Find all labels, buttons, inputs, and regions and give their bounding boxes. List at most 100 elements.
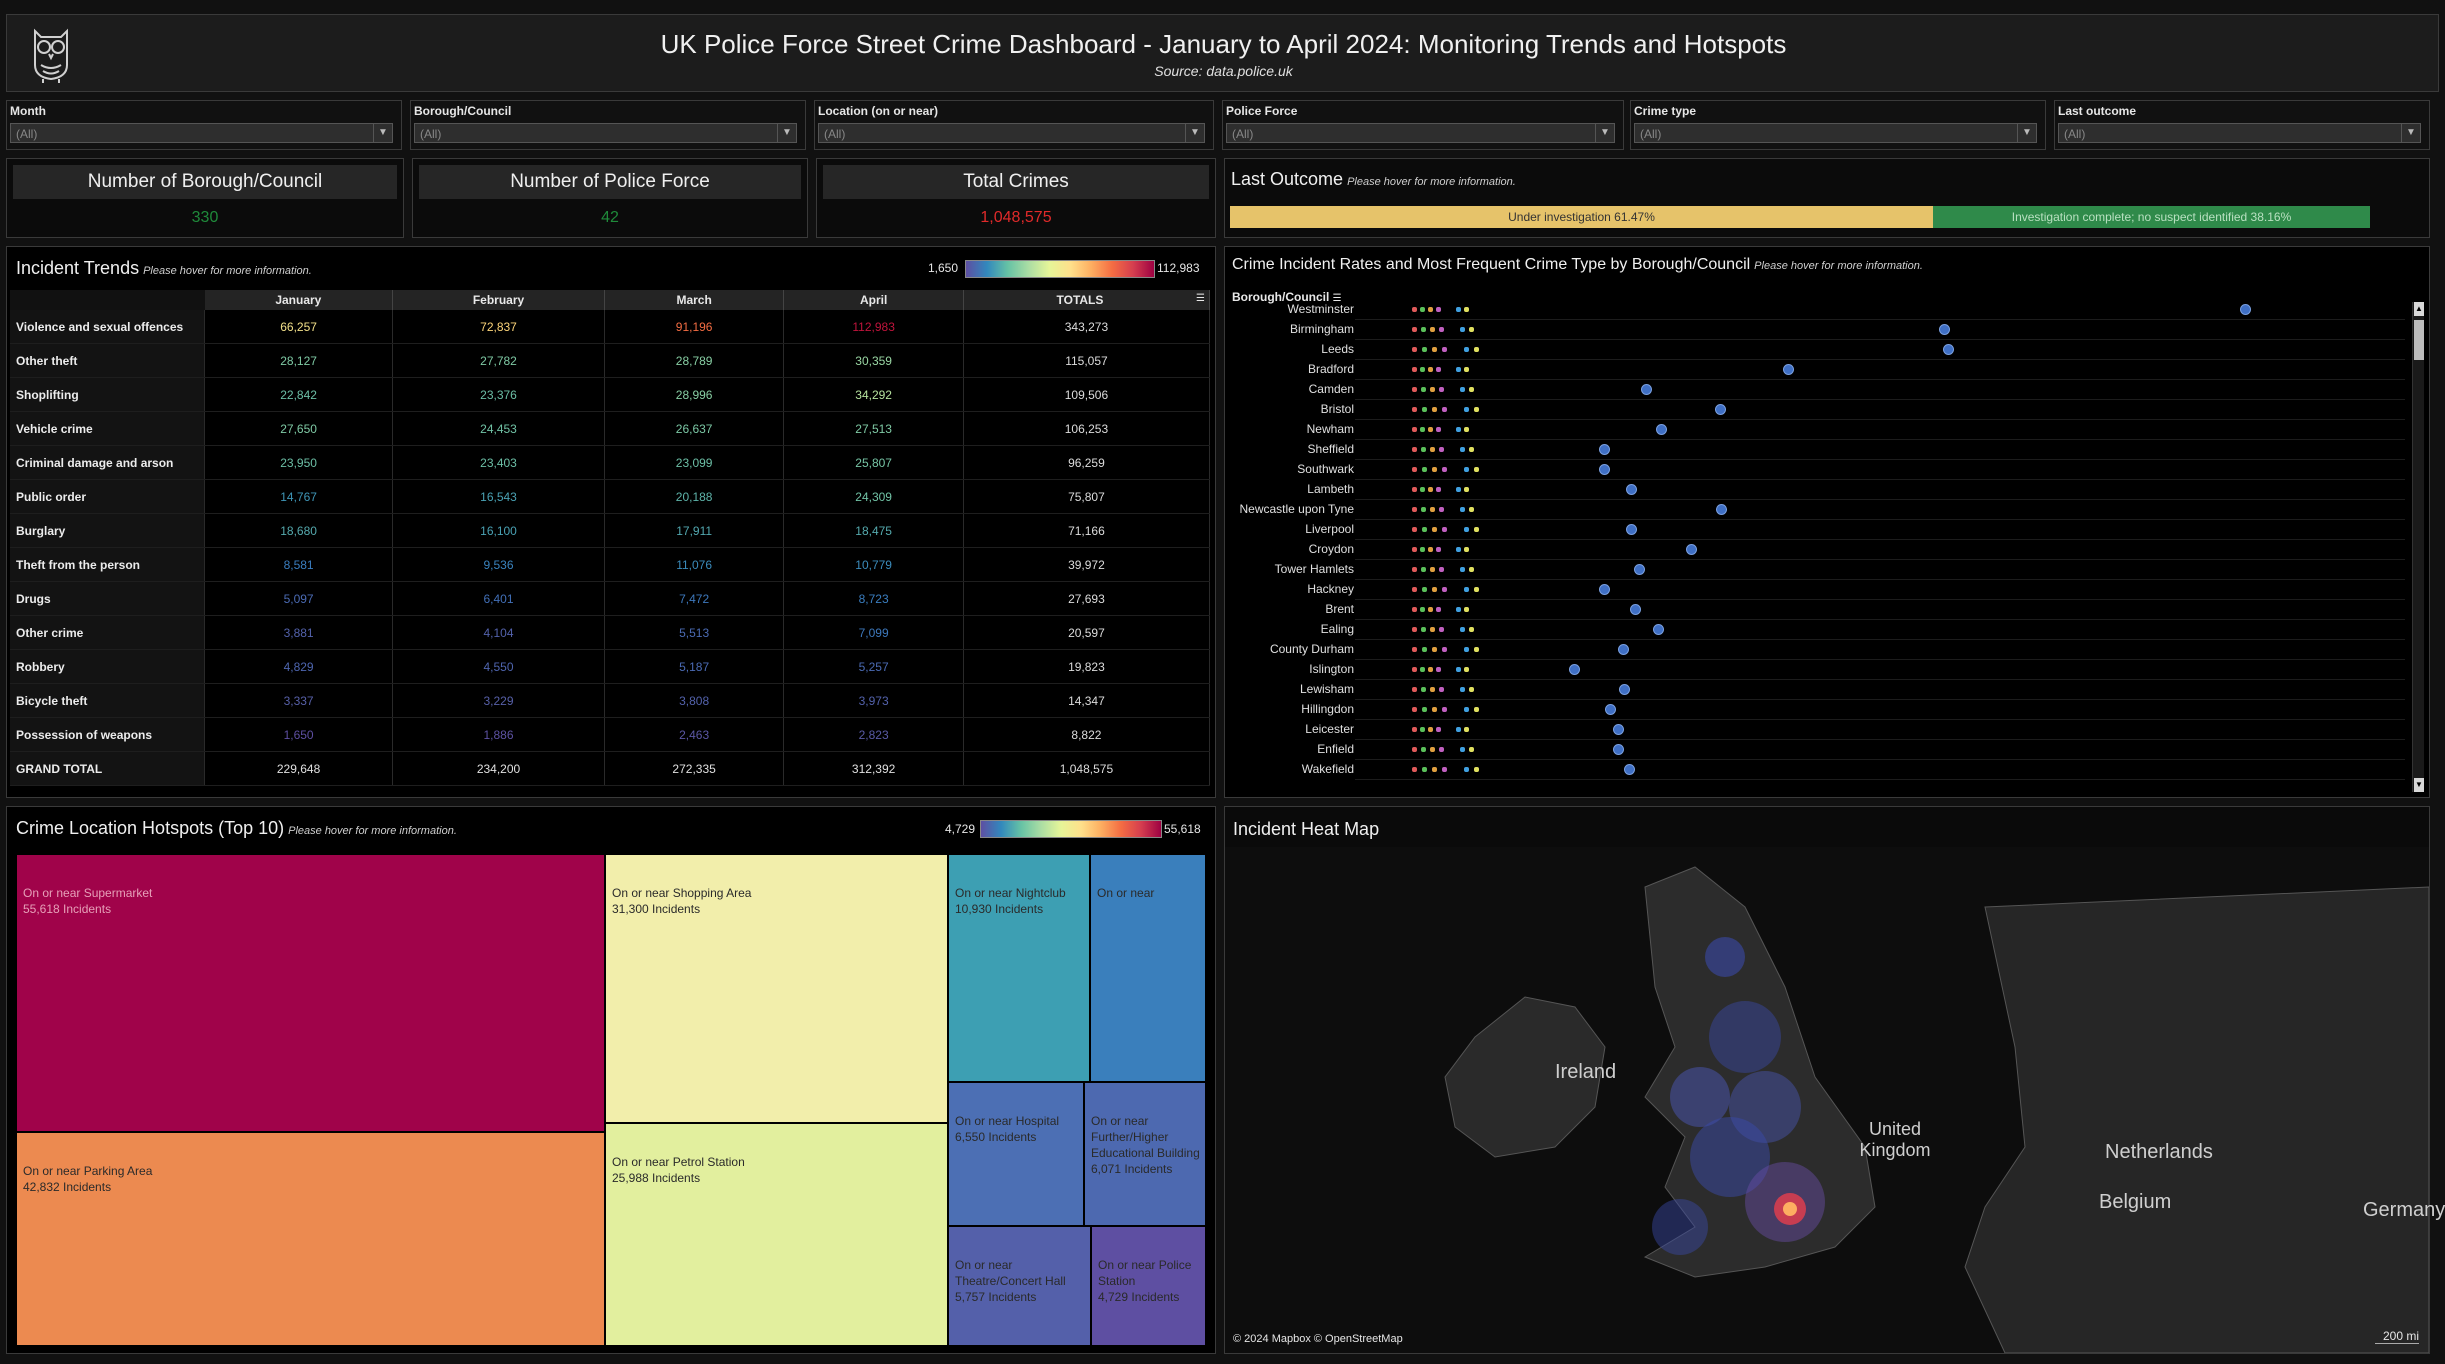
borough-label[interactable]: Camden	[1230, 382, 1354, 396]
table-cell[interactable]: 23,950	[204, 445, 394, 480]
borough-label[interactable]: Leicester	[1230, 722, 1354, 736]
crime-mark[interactable]	[1412, 607, 1417, 612]
table-cell[interactable]: 2,463	[604, 717, 785, 752]
crime-mark[interactable]	[1456, 667, 1461, 672]
table-row[interactable]: Public order 14,767 16,543 20,188 24,309 75,8…	[10, 479, 1211, 514]
crime-mark[interactable]	[1430, 747, 1435, 752]
crime-mark[interactable]	[1420, 727, 1425, 732]
crime-mark[interactable]	[1412, 507, 1417, 512]
table-cell[interactable]: 5,513	[604, 615, 785, 650]
crime-mark[interactable]	[1420, 487, 1425, 492]
crime-mark[interactable]	[1464, 407, 1469, 412]
table-cell[interactable]: 17,911	[604, 513, 785, 548]
crime-mark[interactable]	[1422, 347, 1427, 352]
scrollbar[interactable]: ▲ ▼	[2412, 302, 2424, 792]
borough-label[interactable]: Islington	[1230, 662, 1354, 676]
crime-mark[interactable]	[1436, 727, 1441, 732]
table-cell[interactable]: 5,257	[783, 649, 964, 684]
crime-mark[interactable]	[1439, 627, 1444, 632]
crime-mark[interactable]	[1464, 587, 1469, 592]
map-attribution[interactable]: © 2024 Mapbox © OpenStreetMap	[1233, 1333, 1403, 1345]
crime-mark[interactable]	[1412, 767, 1417, 772]
most-frequent-crime-icon[interactable]	[1604, 704, 1616, 715]
crime-mark[interactable]	[1439, 687, 1444, 692]
crime-mark[interactable]	[1421, 627, 1426, 632]
crime-mark[interactable]	[1412, 427, 1417, 432]
table-cell[interactable]: 312,392	[783, 751, 964, 786]
crime-mark[interactable]	[1474, 527, 1479, 532]
borough-label[interactable]: Lewisham	[1230, 682, 1354, 696]
crime-mark[interactable]	[1442, 347, 1447, 352]
treemap-tile-petrol-station[interactable]: On or near Petrol Station 25,988 Incident…	[605, 1123, 948, 1346]
crime-mark[interactable]	[1439, 447, 1444, 452]
crime-mark[interactable]	[1432, 707, 1437, 712]
table-cell[interactable]: 3,808	[604, 683, 785, 718]
crime-mark[interactable]	[1469, 687, 1474, 692]
table-cell[interactable]: 1,886	[392, 717, 605, 752]
table-row[interactable]: Robbery 4,829 4,550 5,187 5,257 19,823	[10, 649, 1211, 684]
crime-mark[interactable]	[1432, 767, 1437, 772]
table-row[interactable]: Other theft 28,127 27,782 28,789 30,359 115,0…	[10, 343, 1211, 378]
treemap-tile-nightclub[interactable]: On or near Nightclub 10,930 Incidents	[948, 854, 1090, 1082]
scroll-down-icon[interactable]: ▼	[2414, 778, 2424, 792]
crime-mark[interactable]	[1474, 767, 1479, 772]
crime-mark[interactable]	[1464, 487, 1469, 492]
crime-mark[interactable]	[1442, 767, 1447, 772]
crime-mark[interactable]	[1436, 607, 1441, 612]
table-cell[interactable]: 3,881	[204, 615, 394, 650]
borough-label[interactable]: Brent	[1230, 602, 1354, 616]
table-cell[interactable]: 16,543	[392, 479, 605, 514]
crime-mark[interactable]	[1439, 327, 1444, 332]
table-row[interactable]: Vehicle crime 27,650 24,453 26,637 27,513 106…	[10, 411, 1211, 446]
crime-mark[interactable]	[1456, 607, 1461, 612]
borough-label[interactable]: Bristol	[1230, 402, 1354, 416]
crime-mark[interactable]	[1412, 387, 1417, 392]
scrollbar-thumb[interactable]	[2414, 320, 2424, 360]
table-row[interactable]: Possession of weapons 1,650 1,886 2,463 2,82…	[10, 717, 1211, 752]
crime-mark[interactable]	[1464, 427, 1469, 432]
borough-label[interactable]: Enfield	[1230, 742, 1354, 756]
crime-mark[interactable]	[1421, 567, 1426, 572]
crime-mark[interactable]	[1428, 427, 1433, 432]
uk-map[interactable]	[1225, 847, 2429, 1353]
crime-mark[interactable]	[1464, 727, 1469, 732]
crime-mark[interactable]	[1469, 747, 1474, 752]
crime-mark[interactable]	[1412, 487, 1417, 492]
treemap-tile-supermarket[interactable]: On or near Supermarket 55,618 Incidents	[16, 854, 605, 1132]
crime-mark[interactable]	[1464, 467, 1469, 472]
crime-mark[interactable]	[1430, 627, 1435, 632]
crime-mark[interactable]	[1432, 407, 1437, 412]
crime-mark[interactable]	[1456, 547, 1461, 552]
crime-mark[interactable]	[1430, 447, 1435, 452]
crime-mark[interactable]	[1442, 467, 1447, 472]
crime-mark[interactable]	[1442, 647, 1447, 652]
crime-mark[interactable]	[1412, 667, 1417, 672]
table-cell[interactable]: 26,637	[604, 411, 785, 446]
borough-label[interactable]: Bradford	[1230, 362, 1354, 376]
most-frequent-crime-icon[interactable]	[1598, 444, 1610, 455]
crime-mark[interactable]	[1432, 647, 1437, 652]
table-cell[interactable]: 4,550	[392, 649, 605, 684]
crime-mark[interactable]	[1428, 487, 1433, 492]
crime-mark[interactable]	[1464, 307, 1469, 312]
borough-label[interactable]: Hillingdon	[1230, 702, 1354, 716]
treemap-tile-theatre[interactable]: On or near Theatre/Concert Hall 5,757 Inc…	[948, 1226, 1091, 1346]
borough-label[interactable]: Tower Hamlets	[1230, 562, 1354, 576]
borough-label[interactable]: Westminster	[1230, 302, 1354, 316]
borough-label[interactable]: Birmingham	[1230, 322, 1354, 336]
table-cell[interactable]: 6,401	[392, 581, 605, 616]
crime-mark[interactable]	[1432, 527, 1437, 532]
chevron-down-icon[interactable]: ▼	[2017, 124, 2036, 142]
most-frequent-crime-icon[interactable]	[1938, 324, 1950, 335]
borough-label[interactable]: Hackney	[1230, 582, 1354, 596]
crime-mark[interactable]	[1412, 707, 1417, 712]
table-cell[interactable]: 28,996	[604, 377, 785, 412]
treemap-tile-on-or-near[interactable]: On or near	[1090, 854, 1206, 1082]
table-cell[interactable]: 24,309	[783, 479, 964, 514]
table-cell[interactable]: 7,472	[604, 581, 785, 616]
crime-mark[interactable]	[1421, 507, 1426, 512]
crime-mark[interactable]	[1436, 427, 1441, 432]
crime-mark[interactable]	[1439, 567, 1444, 572]
crime-mark[interactable]	[1469, 447, 1474, 452]
treemap-tile-parking-area[interactable]: On or near Parking Area 42,832 Incidents	[16, 1132, 605, 1346]
